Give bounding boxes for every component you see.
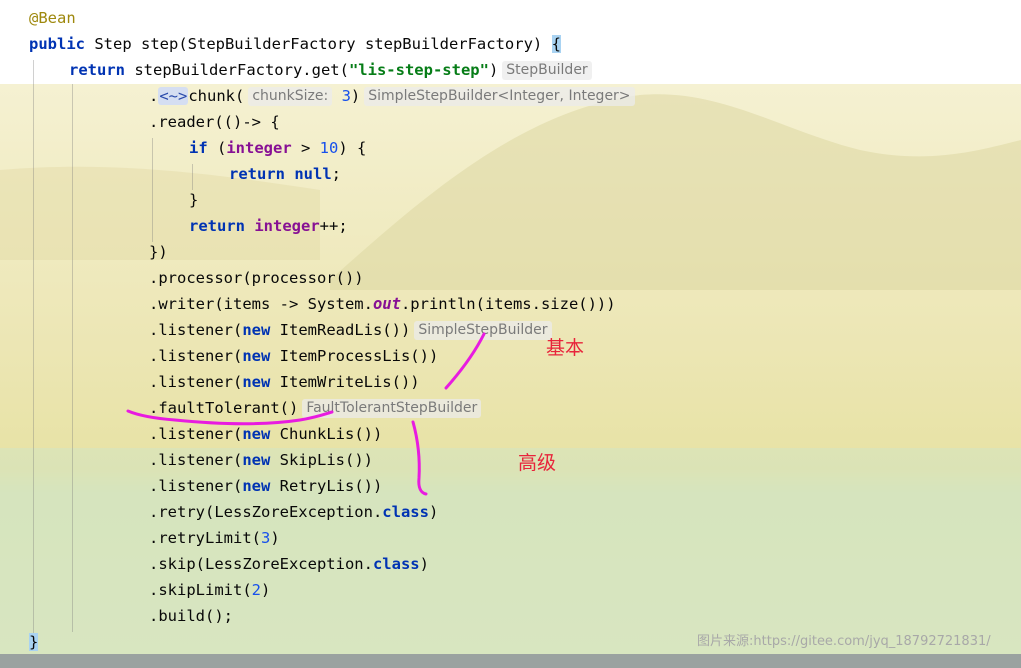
code-line: .processor(processor()) <box>149 269 364 287</box>
watermark: 图片来源:https://gitee.com/jyq_18792721831/ <box>697 634 991 649</box>
code-line: return stepBuilderFactory.get("lis-step-… <box>69 57 592 83</box>
code-line: .listener(new ItemProcessLis()) <box>149 347 439 365</box>
code-line: }) <box>149 243 168 261</box>
code-line: public Step step(StepBuilderFactory step… <box>29 35 561 53</box>
code-line: } <box>189 191 199 209</box>
code-line: .build(); <box>149 607 233 625</box>
code-line: .retryLimit(3) <box>149 529 280 547</box>
param-hint: chunkSize: <box>248 87 333 106</box>
indent-guide-3 <box>152 138 153 242</box>
label-basic: 基本 <box>546 337 585 359</box>
code-line: .listener(new ItemReadLis()) SimpleStepBu… <box>149 317 552 343</box>
code-line: .listener(new ChunkLis()) <box>149 425 383 443</box>
code-line: return integer++; <box>189 217 348 235</box>
label-advanced: 高级 <box>518 452 557 474</box>
code-line: .skip(LessZoreException.class) <box>149 555 429 573</box>
code-line: .listener(new SkipLis()) <box>149 451 373 469</box>
code-line: @Bean <box>29 9 76 27</box>
code-line: .skipLimit(2) <box>149 581 271 599</box>
code-line: .<~>chunk(chunkSize: 3) SimpleStepBuilder… <box>149 83 635 109</box>
editor-bottom-bar <box>0 654 1021 668</box>
inlay-hint: StepBuilder <box>502 61 592 80</box>
inlay-hint: SimpleStepBuilder<Integer, Integer> <box>364 87 635 106</box>
code-line: .reader(()-> { <box>149 113 280 131</box>
indent-guide-1 <box>33 60 34 634</box>
code-line: .listener(new ItemWriteLis()) <box>149 373 420 391</box>
folded-generics[interactable]: <~> <box>158 87 189 105</box>
inlay-hint: FaultTolerantStepBuilder <box>302 399 482 418</box>
inlay-hint: SimpleStepBuilder <box>414 321 552 340</box>
code-line: if (integer > 10) { <box>189 139 367 157</box>
code-line: } <box>29 633 39 651</box>
code-line: .writer(items -> System.out.println(item… <box>149 295 616 313</box>
code-line: .faultTolerant() FaultTolerantStepBuilder <box>149 395 482 421</box>
code-line: return null; <box>229 165 341 183</box>
indent-guide-2 <box>72 84 73 632</box>
code-line: .listener(new RetryLis()) <box>149 477 383 495</box>
code-line: .retry(LessZoreException.class) <box>149 503 439 521</box>
